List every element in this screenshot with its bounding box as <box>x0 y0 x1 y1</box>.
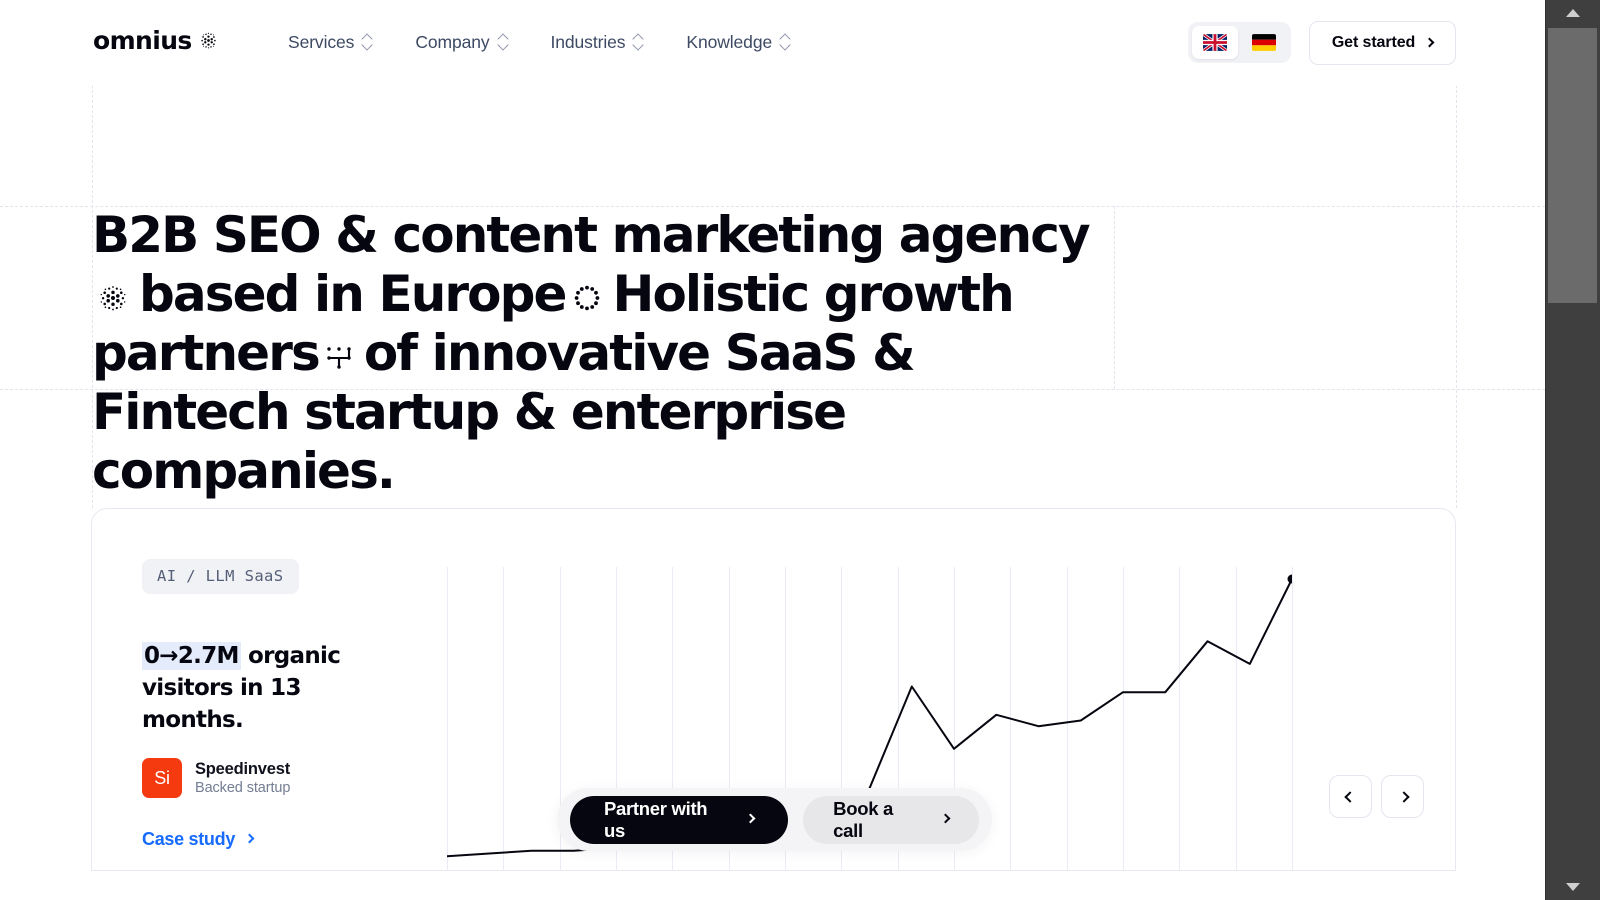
hero-line2-part1: Europe <box>378 265 567 323</box>
floating-cta-bar: Partner with us Book a call <box>557 788 992 851</box>
get-started-button[interactable]: Get started <box>1309 21 1456 65</box>
scrollbar-track-edge <box>1545 0 1546 900</box>
logo[interactable]: omnius <box>93 28 218 53</box>
case-study-link-label: Case study <box>142 829 236 849</box>
chevron-right-icon <box>244 833 255 844</box>
hero-line1-part2: based in <box>139 265 365 323</box>
chevron-up-down-icon <box>634 36 643 50</box>
carousel-controls <box>1329 775 1424 818</box>
nav-label: Industries <box>550 32 626 52</box>
scrollbar-up-button[interactable] <box>1545 0 1600 26</box>
chart-end-marker <box>1287 574 1292 584</box>
speedinvest-logo: Si <box>142 758 182 798</box>
chevron-up-down-icon <box>781 36 790 50</box>
case-study-headline: 0→2.7M organic visitors in 13 months. <box>142 640 402 736</box>
page-canvas: omnius Services Company Industries Knowl… <box>0 0 1545 900</box>
book-a-call-button[interactable]: Book a call <box>803 795 979 844</box>
hero-line1-part1: B2B SEO & content marketing agency <box>92 206 1091 264</box>
chevron-right-icon <box>1397 790 1410 803</box>
logo-text: omnius <box>93 26 192 55</box>
investor-subtitle: Backed startup <box>195 779 291 796</box>
dot-sphere-icon <box>199 31 218 50</box>
get-started-label: Get started <box>1331 34 1416 51</box>
language-switcher <box>1188 22 1291 63</box>
book-label: Book a call <box>833 797 894 841</box>
nav-item-company[interactable]: Company <box>415 32 507 53</box>
partner-label: Partner with us <box>604 797 708 841</box>
chevron-right-icon <box>745 813 756 824</box>
chart-gridline <box>1292 567 1293 870</box>
language-option-de[interactable] <box>1241 26 1287 59</box>
nav-item-knowledge[interactable]: Knowledge <box>686 32 790 53</box>
chevron-left-icon <box>1343 790 1356 803</box>
hero-line2-part3: of innovative <box>363 324 711 382</box>
carousel-prev-button[interactable] <box>1329 775 1372 818</box>
english-flag <box>1203 34 1227 51</box>
nav-item-services[interactable]: Services <box>288 32 372 53</box>
eu-stars-icon <box>572 283 602 313</box>
case-study-link[interactable]: Case study <box>142 829 255 850</box>
nav-item-industries[interactable]: Industries <box>551 32 644 53</box>
dot-sphere-icon <box>98 283 128 313</box>
chevron-right-icon <box>1424 37 1435 47</box>
nav-label: Knowledge <box>686 32 773 52</box>
case-study-info: AI / LLM SaaS 0→2.7M organic visitors in… <box>142 559 452 850</box>
triangle-up-icon <box>1565 9 1580 17</box>
scrollbar-down-button[interactable] <box>1545 874 1600 900</box>
german-flag <box>1252 34 1276 51</box>
investor-text: Speedinvest Backed startup <box>195 759 290 798</box>
investor-block: Si Speedinvest Backed startup <box>142 758 452 798</box>
site-header: omnius Services Company Industries Knowl… <box>0 0 1545 86</box>
carousel-next-button[interactable] <box>1381 775 1424 818</box>
scrollbar-thumb[interactable] <box>1548 28 1597 303</box>
status-badge: AI / LLM SaaS <box>142 559 299 594</box>
browser-viewport: omnius Services Company Industries Knowl… <box>0 0 1600 900</box>
dotted-growth-grid-icon <box>325 344 353 372</box>
nav-label: Company <box>415 32 490 52</box>
main-navigation: Services Company Industries Knowledge <box>288 32 790 53</box>
partner-with-us-button[interactable]: Partner with us <box>570 795 789 844</box>
triangle-down-icon <box>1565 883 1580 891</box>
page-title: B2B SEO & content marketing agencybased … <box>92 206 1112 501</box>
stat-highlight: 0→2.7M <box>142 642 241 670</box>
layout-guide-vertical <box>1114 206 1115 389</box>
browser-scrollbar[interactable] <box>1545 0 1600 900</box>
nav-label: Services <box>288 32 355 52</box>
investor-name: Speedinvest <box>195 759 291 778</box>
hero-section: B2B SEO & content marketing agencybased … <box>92 206 1112 501</box>
chevron-up-down-icon <box>499 36 508 50</box>
chevron-right-icon <box>940 813 951 824</box>
language-option-en[interactable] <box>1192 26 1238 59</box>
chevron-up-down-icon <box>363 36 372 50</box>
